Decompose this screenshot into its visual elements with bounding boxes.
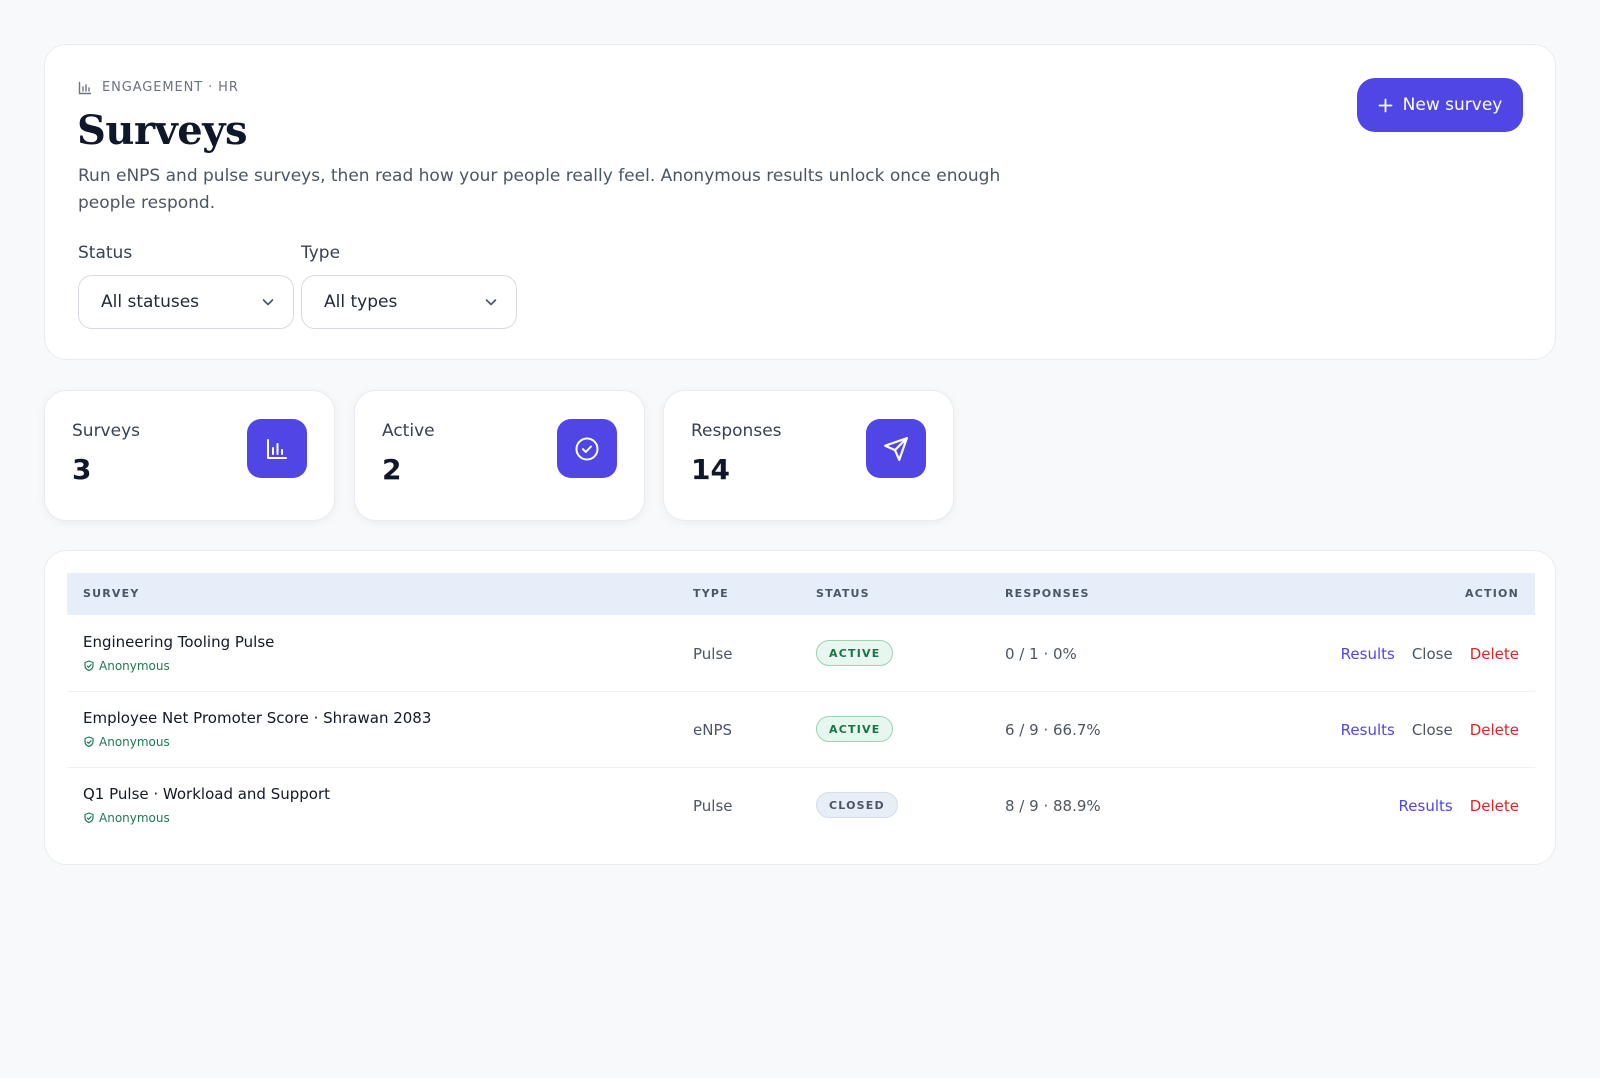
- bar-chart-icon: [78, 81, 92, 94]
- close-link[interactable]: Close: [1412, 721, 1453, 739]
- anonymous-tag: Anonymous: [83, 659, 170, 673]
- status-badge: ACTIVE: [816, 716, 894, 742]
- column-header-responses: RESPONSES: [1005, 587, 1090, 600]
- delete-link[interactable]: Delete: [1470, 645, 1519, 663]
- new-survey-button[interactable]: New survey: [1357, 78, 1523, 132]
- stat-value: 3: [72, 453, 92, 486]
- status-filter-label: Status: [78, 243, 133, 263]
- chevron-down-icon: [485, 299, 497, 306]
- column-header-survey: SURVEY: [83, 587, 140, 600]
- breadcrumb-text: ENGAGEMENT · HR: [102, 80, 239, 95]
- row-actions: Results Close Delete: [1341, 645, 1519, 663]
- type-filter-value: All types: [324, 292, 398, 312]
- survey-responses: 0 / 1 · 0%: [1005, 645, 1077, 663]
- shield-check-icon: [84, 736, 94, 748]
- row-actions: Results Delete: [1399, 797, 1519, 815]
- delete-link[interactable]: Delete: [1470, 721, 1519, 739]
- row-actions: Results Close Delete: [1341, 721, 1519, 739]
- surveys-table: SURVEY TYPE STATUS RESPONSES ACTION Engi…: [44, 550, 1556, 865]
- survey-type: eNPS: [693, 721, 733, 739]
- anonymous-label: Anonymous: [99, 811, 170, 825]
- page-title: Surveys: [77, 107, 248, 154]
- survey-name: Employee Net Promoter Score · Shrawan 20…: [83, 709, 432, 727]
- delete-link[interactable]: Delete: [1470, 797, 1519, 815]
- table-header: SURVEY TYPE STATUS RESPONSES ACTION: [67, 573, 1535, 615]
- stat-label: Responses: [691, 421, 782, 441]
- survey-responses: 6 / 9 · 66.7%: [1005, 721, 1101, 739]
- bar-chart-icon: [247, 419, 307, 478]
- stat-label: Surveys: [72, 421, 140, 441]
- stat-card-responses: Responses 14: [663, 390, 954, 521]
- new-survey-label: New survey: [1402, 95, 1503, 115]
- column-header-type: TYPE: [693, 587, 729, 600]
- shield-check-icon: [84, 812, 94, 824]
- table-row: Q1 Pulse · Workload and Support Anonymou…: [67, 768, 1535, 844]
- type-filter-select[interactable]: All types: [301, 275, 517, 329]
- close-link[interactable]: Close: [1412, 645, 1453, 663]
- results-link[interactable]: Results: [1341, 721, 1395, 739]
- shield-check-icon: [84, 660, 94, 672]
- stat-value: 14: [691, 453, 730, 486]
- breadcrumb: ENGAGEMENT · HR: [78, 80, 239, 95]
- anonymous-tag: Anonymous: [83, 811, 170, 825]
- stat-value: 2: [382, 453, 402, 486]
- column-header-status: STATUS: [816, 587, 870, 600]
- survey-type: Pulse: [693, 797, 733, 815]
- table-row: Engineering Tooling Pulse Anonymous Puls…: [67, 616, 1535, 692]
- status-badge: CLOSED: [816, 792, 898, 818]
- page-description: Run eNPS and pulse surveys, then read ho…: [78, 166, 1001, 213]
- results-link[interactable]: Results: [1399, 797, 1453, 815]
- status-badge: ACTIVE: [816, 640, 894, 666]
- stat-card-surveys: Surveys 3: [44, 390, 335, 521]
- survey-responses: 8 / 9 · 88.9%: [1005, 797, 1101, 815]
- header-card: ENGAGEMENT · HR Surveys Run eNPS and pul…: [44, 44, 1556, 360]
- chevron-down-icon: [262, 299, 274, 306]
- plus-icon: [1378, 98, 1393, 112]
- type-filter-label: Type: [301, 243, 341, 263]
- survey-type: Pulse: [693, 645, 733, 663]
- results-link[interactable]: Results: [1341, 645, 1395, 663]
- stat-card-active: Active 2: [354, 390, 645, 521]
- survey-name: Engineering Tooling Pulse: [83, 633, 275, 651]
- anonymous-tag: Anonymous: [83, 735, 170, 749]
- anonymous-label: Anonymous: [99, 659, 170, 673]
- anonymous-label: Anonymous: [99, 735, 170, 749]
- column-header-action: ACTION: [1465, 587, 1519, 600]
- table-row: Employee Net Promoter Score · Shrawan 20…: [67, 692, 1535, 768]
- survey-name: Q1 Pulse · Workload and Support: [83, 785, 331, 803]
- send-icon: [866, 419, 926, 478]
- check-circle-icon: [557, 419, 617, 478]
- status-filter-select[interactable]: All statuses: [78, 275, 294, 329]
- status-filter-value: All statuses: [101, 292, 200, 312]
- stat-label: Active: [382, 421, 435, 441]
